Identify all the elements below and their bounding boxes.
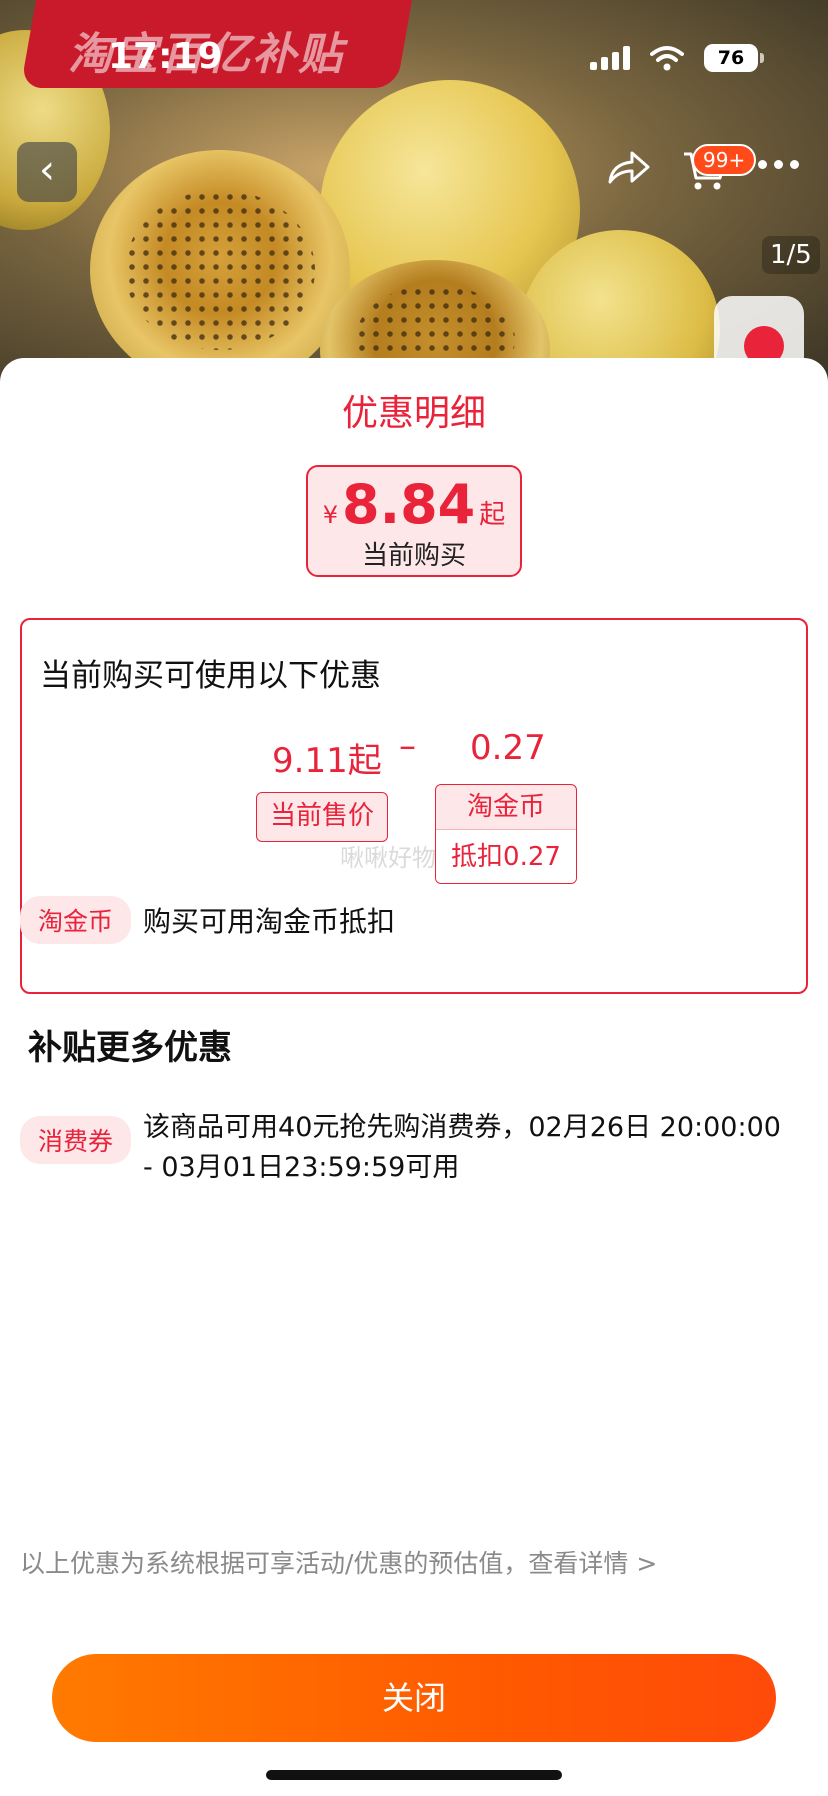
breakdown-title: 当前购买可使用以下优惠 [40,658,381,694]
voucher-row: 消费券 该商品可用40元抢先购消费券，02月26日 20:00:00 - 03月… [20,1108,793,1188]
current-price-tag: 当前售价 [256,792,388,842]
coin-deduction-amount: 0.27 [470,728,546,768]
price-suffix: 起 [479,500,506,530]
coin-tag: 淘金币 [20,896,132,944]
discount-detail-sheet: 优惠明细 ¥ 8.84 起 当前购买 当前购买可使用以下优惠 9.11起 – 0… [0,358,828,1796]
coin-deduction-tag: 淘金币 抵扣0.27 [435,784,577,884]
footer-note-link[interactable]: 以上优惠为系统根据可享活动/优惠的预估值，查看详情 > [20,1544,657,1580]
share-icon[interactable] [606,148,652,188]
back-button[interactable]: ‹ [17,142,77,202]
battery-icon: 76 [704,44,764,72]
status-icons: 76 [590,44,764,72]
product-image-area[interactable]: 淘宝百亿补贴 17:19 76 ‹ 99+ 1/5 [0,0,828,380]
back-icon: ‹ [39,147,55,193]
section-title: 补贴更多优惠 [28,1028,232,1068]
minus-sign: – [399,726,416,766]
voucher-tag: 消费券 [20,1116,132,1164]
home-indicator [266,1770,562,1780]
price-value: 8.84 [342,473,476,536]
coin-tag-title: 淘金币 [466,792,545,822]
cart-badge: 99+ [692,144,757,176]
image-page-indicator: 1/5 [762,236,820,274]
close-button[interactable]: 关闭 [52,1654,776,1742]
price-label: 当前购买 [361,541,466,571]
price-currency: ¥ [322,501,339,529]
price-line: ¥ 8.84 起 [308,477,520,533]
sheet-title: 优惠明细 [341,393,486,434]
signal-icon [590,46,630,70]
voucher-text: 该商品可用40元抢先购消费券，02月26日 20:00:00 - 03月01日2… [143,1112,781,1183]
current-price-amount: 9.11起 [272,741,382,781]
watermark: 啾啾好物 [340,844,436,872]
wifi-icon [650,46,684,71]
status-time: 17:19 [108,36,223,77]
coin-discount-row: 淘金币 购买可用淘金币抵扣 [20,896,395,944]
current-price-box: ¥ 8.84 起 当前购买 [306,465,522,577]
coin-tag-detail: 抵扣0.27 [436,829,576,883]
fruit-seeds [125,190,315,350]
more-icon[interactable] [758,160,799,169]
coin-row-text: 购买可用淘金币抵扣 [143,905,396,938]
